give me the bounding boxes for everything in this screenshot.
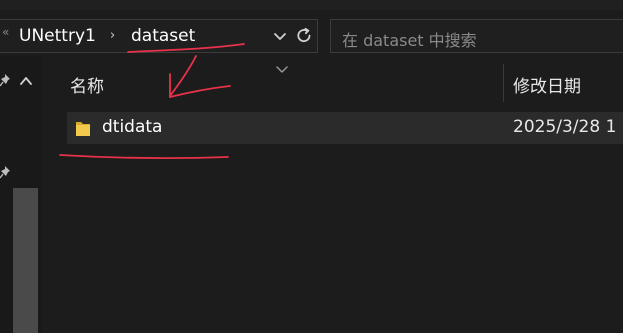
search-input[interactable]: 在 dataset 中搜索	[330, 19, 623, 53]
breadcrumb-item-unettry1[interactable]: UNettry1	[19, 26, 96, 46]
folder-icon	[75, 118, 91, 138]
navigation-scrollbar[interactable]	[13, 188, 38, 333]
pin-icon[interactable]	[0, 72, 12, 87]
file-explorer-window: « UNettry1 › dataset 在 dataset 中搜索 名称 修改…	[0, 0, 623, 333]
file-name: dtidata	[102, 117, 163, 137]
file-date-modified: 2025/3/28 1	[513, 117, 617, 137]
sort-chevron-icon	[275, 59, 289, 73]
breadcrumb-item-dataset[interactable]: dataset	[131, 26, 195, 46]
refresh-icon[interactable]	[294, 26, 314, 46]
title-strip	[0, 0, 623, 10]
breadcrumb-overflow[interactable]: «	[2, 25, 9, 39]
chevron-up-icon[interactable]	[19, 72, 33, 85]
search-placeholder: 在 dataset 中搜索	[342, 31, 477, 50]
address-bar[interactable]: « UNettry1 › dataset	[0, 19, 318, 53]
breadcrumb-separator[interactable]: ›	[110, 28, 115, 43]
column-header-date-modified[interactable]: 修改日期	[513, 72, 581, 97]
column-divider[interactable]	[503, 64, 504, 102]
file-list-item[interactable]: dtidata 2025/3/28 1	[67, 112, 623, 144]
chevron-down-icon[interactable]	[270, 27, 290, 47]
navigation-pane	[0, 56, 42, 333]
column-header-name[interactable]: 名称	[70, 72, 104, 97]
pin-icon[interactable]	[0, 164, 12, 179]
